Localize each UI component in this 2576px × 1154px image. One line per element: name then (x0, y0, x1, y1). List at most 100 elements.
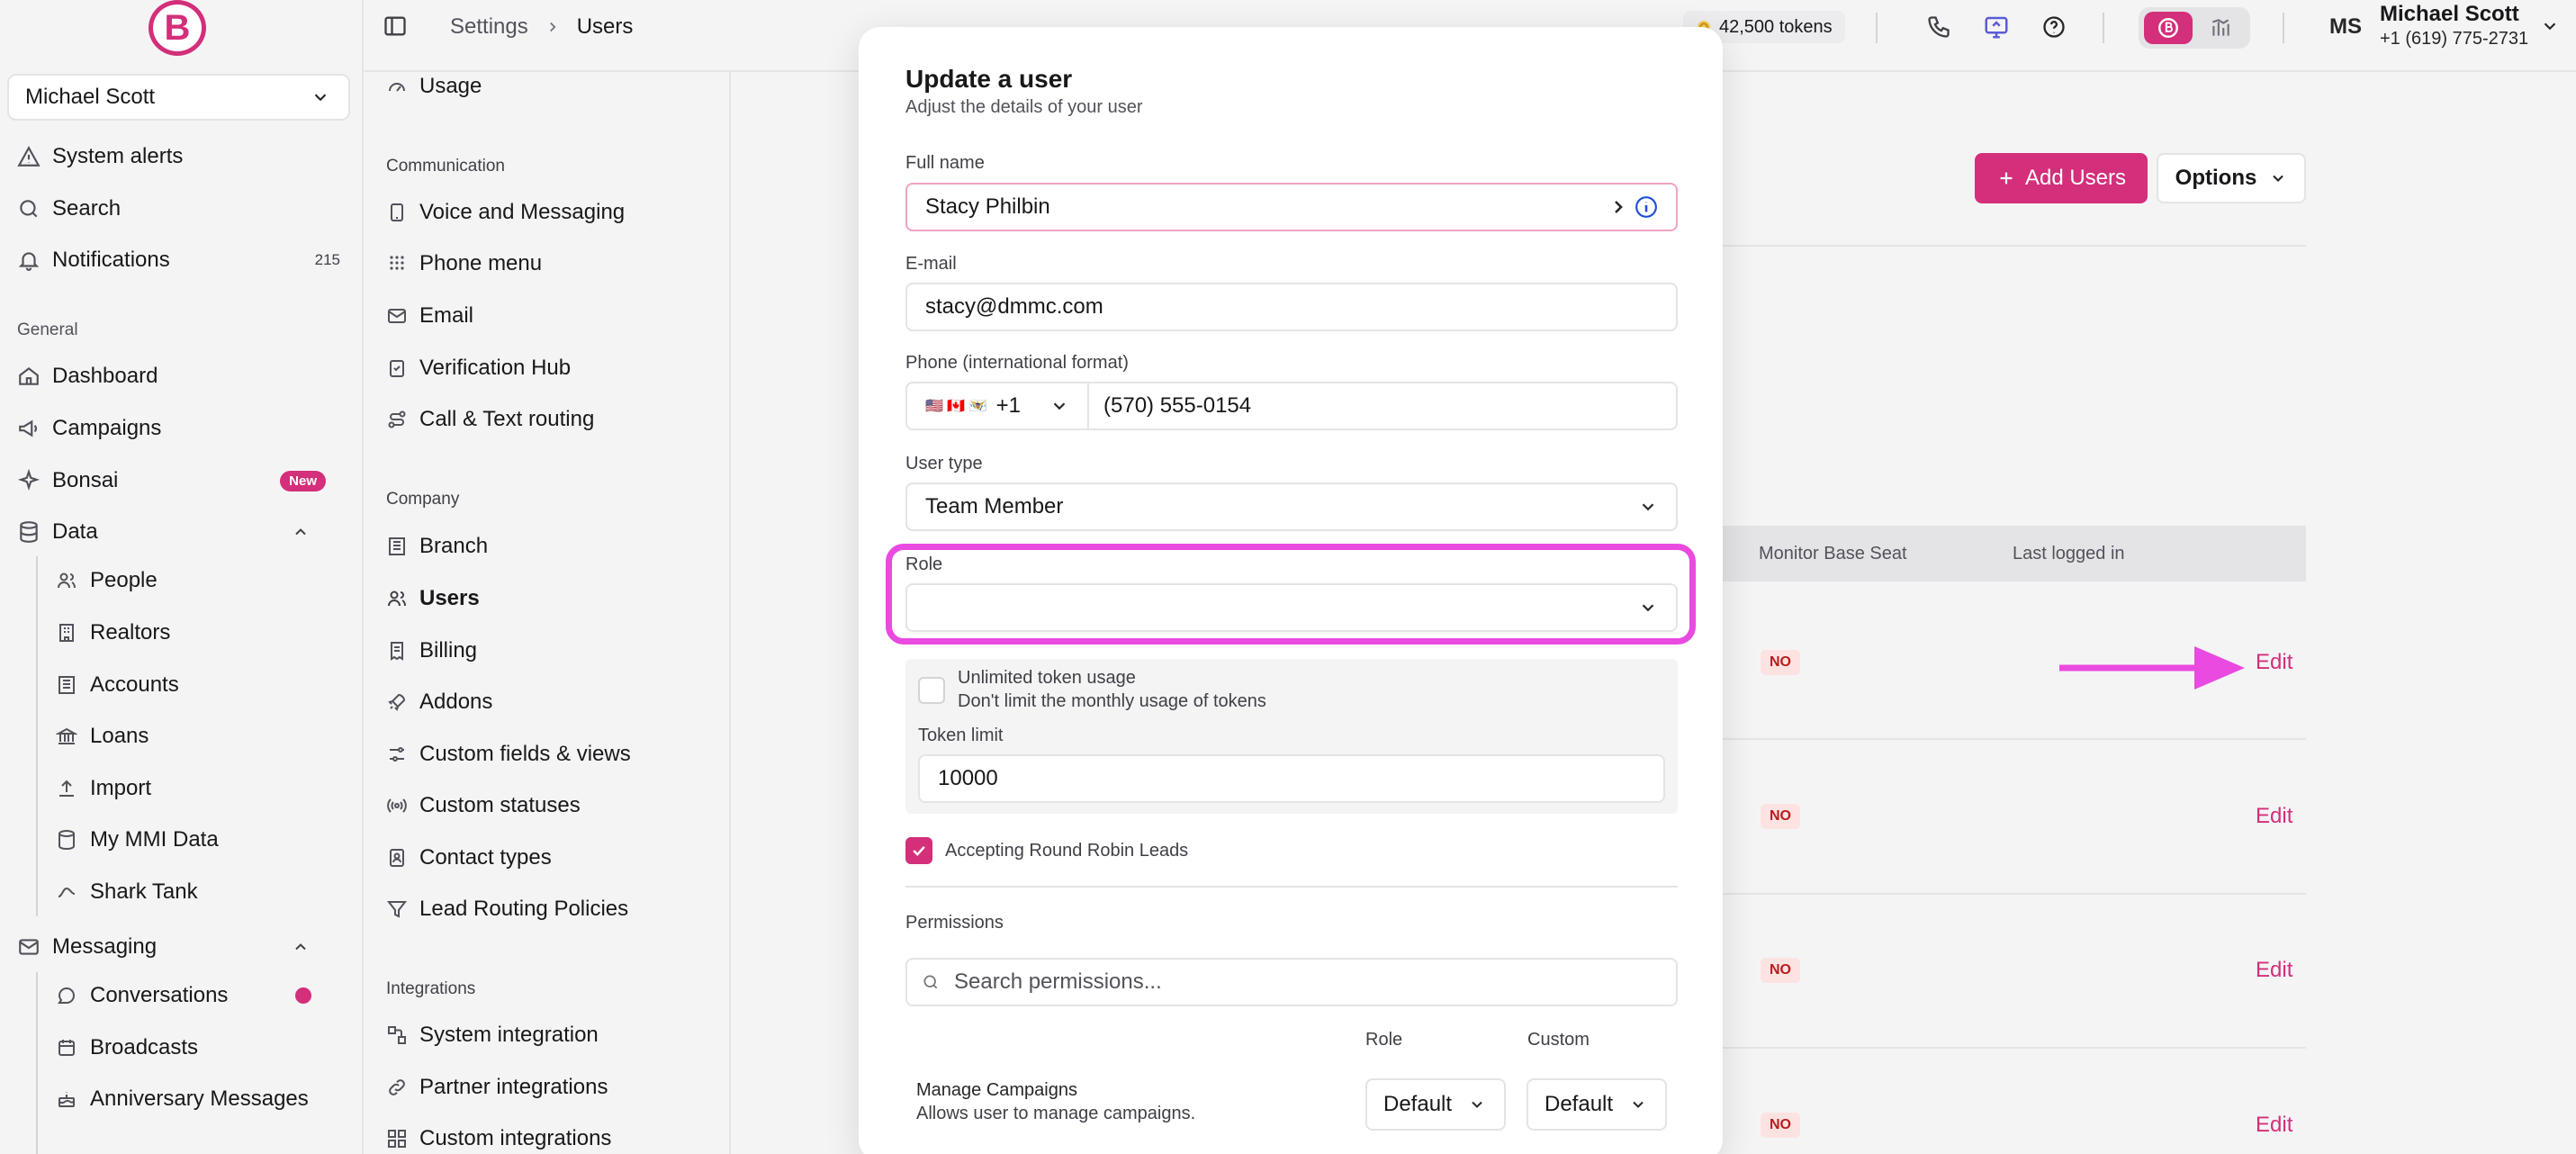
column-monitor-base-seat: Monitor Base Seat (1759, 544, 1907, 563)
full-name-field[interactable]: Stacy Philbin (905, 183, 1678, 231)
sidebar-item-label: Accounts (90, 672, 179, 697)
sidebar-item-messaging[interactable]: Messaging (16, 926, 351, 968)
status-badge: NO (1761, 650, 1800, 675)
permissions-search-input[interactable]: Search permissions... (905, 958, 1678, 1006)
status-badge: NO (1761, 1113, 1800, 1138)
sidebar-item-my-mmi-data[interactable]: My MMI Data (54, 819, 351, 861)
settings-item-usage[interactable]: Usage (385, 66, 718, 107)
add-users-button[interactable]: Add Users (1975, 153, 2148, 203)
settings-item-contact-types[interactable]: Contact types (385, 837, 718, 879)
edit-link[interactable]: Edit (2256, 1113, 2292, 1138)
settings-item-label: System integration (419, 1023, 599, 1047)
sidebar-item-dashboard[interactable]: Dashboard (16, 356, 351, 397)
phone-number-field[interactable]: (570) 555-0154 (1087, 382, 1678, 430)
notification-count: 215 (314, 251, 340, 268)
country-code-select[interactable]: 🇺🇸 🇨🇦 🇻🇮 +1 (905, 382, 1089, 430)
settings-item-label: Branch (419, 534, 489, 558)
mail-icon (16, 934, 41, 960)
sidebar-item-accounts[interactable]: Accounts (54, 664, 351, 706)
settings-item-label: Addons (419, 690, 493, 714)
settings-item-email[interactable]: Email (385, 295, 718, 337)
settings-item-phone-menu[interactable]: Phone menu (385, 243, 718, 284)
settings-item-voice-messaging[interactable]: Voice and Messaging (385, 192, 718, 233)
sidebar-item-campaigns[interactable]: Campaigns (16, 408, 351, 449)
phone-number-value: (570) 555-0154 (1103, 393, 1252, 418)
sidebar-item-shark-tank[interactable]: Shark Tank (54, 871, 351, 913)
user-switcher[interactable]: Michael Scott (7, 74, 350, 121)
chevron-down-icon (2269, 169, 2287, 187)
divider (1876, 13, 1878, 43)
broadcast-icon (385, 794, 409, 817)
settings-item-partner-integrations[interactable]: Partner integrations (385, 1067, 718, 1108)
sidebar-item-bonsai[interactable]: Bonsai New (16, 460, 351, 501)
home-icon (16, 364, 41, 389)
tree-line (36, 972, 38, 1154)
token-limit-field[interactable]: 10000 (918, 754, 1665, 803)
settings-item-billing[interactable]: Billing (385, 630, 718, 672)
settings-item-system-integration[interactable]: System integration (385, 1014, 718, 1056)
sidebar-item-realtors[interactable]: Realtors (54, 612, 351, 654)
settings-item-label: Custom statuses (419, 793, 581, 817)
settings-item-custom-integrations[interactable]: Custom integrations (385, 1118, 718, 1154)
sidebar-item-label: Broadcasts (90, 1035, 199, 1059)
settings-item-lead-routing[interactable]: Lead Routing Policies (385, 888, 718, 930)
user-type-select[interactable]: Team Member (905, 482, 1678, 531)
perm-column-role: Role (1365, 1030, 1403, 1050)
sidebar-item-anniversary-messages[interactable]: Anniversary Messages (54, 1078, 351, 1120)
unlimited-token-checkbox[interactable] (918, 677, 945, 704)
app-logo[interactable]: B (149, 0, 206, 56)
sidebar-item-loans[interactable]: Loans (54, 716, 351, 757)
account-name[interactable]: Michael Scott (2380, 2, 2519, 27)
breadcrumb: Settings Users (450, 14, 633, 40)
email-field[interactable]: stacy@dmmc.com (905, 283, 1678, 331)
sidebar-item-search[interactable]: Search (16, 188, 351, 230)
chart-mode-icon[interactable] (2200, 12, 2241, 44)
section-integrations: Integrations (386, 979, 476, 998)
edit-link[interactable]: Edit (2256, 958, 2292, 983)
permission-custom-select[interactable]: Default (1527, 1078, 1667, 1131)
sidebar-item-data[interactable]: Data (16, 511, 351, 553)
options-button[interactable]: Options (2157, 153, 2306, 203)
sparkle-icon (16, 468, 41, 493)
settings-item-users[interactable]: Users (385, 578, 718, 619)
help-icon[interactable] (2040, 13, 2068, 41)
sidebar-toggle-icon[interactable] (382, 13, 409, 40)
settings-item-call-text-routing[interactable]: Call & Text routing (385, 399, 718, 440)
settings-item-custom-statuses[interactable]: Custom statuses (385, 785, 718, 826)
autofill-icons[interactable] (1608, 195, 1658, 219)
sidebar-item-label: Search (52, 196, 122, 221)
avatar[interactable]: MS (2329, 14, 2362, 40)
sidebar-item-system-alerts[interactable]: System alerts (16, 136, 351, 177)
bank-icon (54, 724, 79, 749)
sidebar-item-notifications[interactable]: Notifications 215 (16, 239, 351, 281)
breadcrumb-users: Users (576, 14, 634, 39)
sidebar-item-import[interactable]: Import (54, 768, 351, 809)
sidebar-item-label: Import (90, 776, 152, 800)
settings-item-label: Email (419, 303, 474, 328)
breadcrumb-settings[interactable]: Settings (450, 14, 528, 40)
permission-title: Manage Campaigns (916, 1080, 1077, 1100)
settings-item-verification-hub[interactable]: Verification Hub (385, 347, 718, 389)
screen-share-icon[interactable] (1982, 13, 2011, 41)
brand-mode-icon[interactable] (2144, 12, 2193, 44)
role-select[interactable] (905, 583, 1678, 632)
sidebar-item-label: Bonsai (52, 468, 119, 492)
sidebar-item-conversations[interactable]: Conversations (54, 975, 351, 1016)
edit-link[interactable]: Edit (2256, 650, 2292, 675)
mode-switch[interactable] (2139, 7, 2250, 49)
chevron-down-icon[interactable] (2540, 16, 2560, 36)
sidebar-item-label: Conversations (90, 983, 229, 1007)
chat-icon (54, 983, 79, 1008)
chevron-down-icon (1629, 1095, 1647, 1113)
edit-link[interactable]: Edit (2256, 804, 2292, 829)
phone-icon[interactable] (1924, 13, 1953, 41)
settings-item-branch[interactable]: Branch (385, 526, 718, 567)
sidebar-item-people[interactable]: People (54, 560, 351, 601)
sidebar-item-label: Data (52, 519, 98, 544)
settings-item-addons[interactable]: Addons (385, 681, 718, 723)
round-robin-checkbox[interactable] (905, 837, 932, 864)
permission-role-select[interactable]: Default (1365, 1078, 1506, 1131)
settings-item-custom-fields[interactable]: Custom fields & views (385, 734, 718, 775)
sidebar-item-broadcasts[interactable]: Broadcasts (54, 1027, 351, 1068)
unread-dot (295, 987, 311, 1004)
